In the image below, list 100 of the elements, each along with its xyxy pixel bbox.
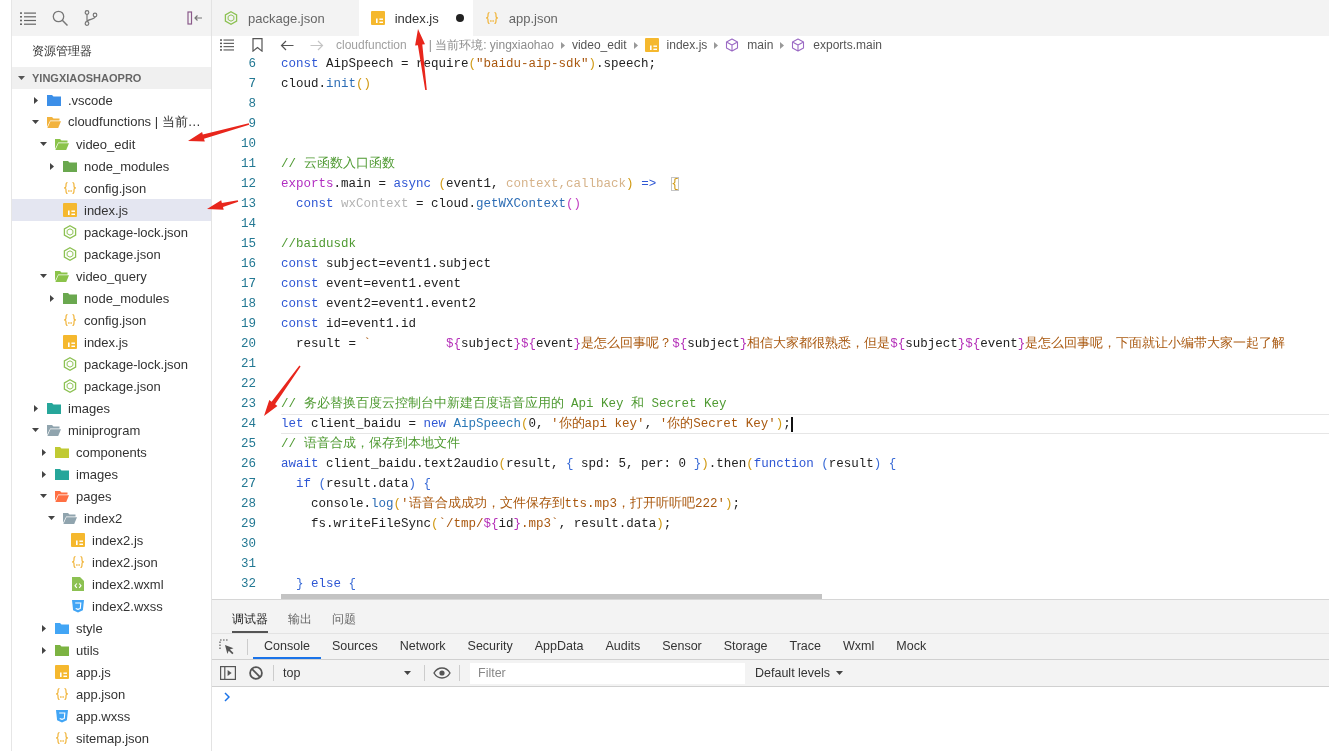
tree-item[interactable]: app.js: [12, 661, 211, 683]
tree-item[interactable]: index2.js: [12, 529, 211, 551]
devtools-tab[interactable]: Wxml: [832, 634, 886, 659]
list-icon[interactable]: [220, 39, 234, 51]
editor-tab[interactable]: index.js: [358, 0, 473, 36]
tree-item[interactable]: app.wxss: [12, 705, 211, 727]
line-number: 29: [241, 516, 256, 533]
tree-item[interactable]: style: [12, 617, 211, 639]
devtools-tab[interactable]: Mock: [885, 634, 938, 659]
back-arrow-icon[interactable]: [280, 39, 294, 51]
devtools-tab[interactable]: Security: [456, 634, 524, 659]
tree-item[interactable]: index2: [12, 507, 211, 529]
code-line: const subject=event1.subject: [281, 256, 492, 273]
hexagon-icon: [63, 379, 77, 393]
devtools-tab[interactable]: Sensor: [651, 634, 713, 659]
filter-field[interactable]: Filter: [470, 662, 745, 684]
levels-dropdown[interactable]: Default levels: [755, 662, 844, 684]
line-number: 23: [241, 396, 256, 413]
js-file-icon: [370, 11, 385, 25]
code-line: exports.main = async (event1, context,callback) => {: [281, 176, 679, 193]
branch-icon[interactable]: [84, 10, 98, 26]
bookmark-icon[interactable]: [251, 38, 263, 52]
tree-item[interactable]: index2.json: [12, 551, 211, 573]
tree-item[interactable]: images: [12, 397, 211, 419]
tree-item[interactable]: components: [12, 441, 211, 463]
devtools-tab[interactable]: Trace: [778, 634, 833, 659]
environment-label: | 当前环境: yingxiaohao: [428, 36, 554, 54]
js-file-icon: [63, 335, 77, 349]
tree-item[interactable]: package-lock.json: [12, 353, 211, 375]
line-number: 18: [241, 296, 256, 313]
tree-item[interactable]: package.json: [12, 243, 211, 265]
tree-item[interactable]: images: [12, 463, 211, 485]
tree-item[interactable]: node_modules: [12, 155, 211, 177]
tree-item[interactable]: index.js: [12, 199, 211, 221]
eye-icon[interactable]: [433, 667, 451, 679]
panel-tab[interactable]: 输出: [288, 607, 312, 633]
tree-item[interactable]: config.json: [12, 309, 211, 331]
devtools-tab[interactable]: Sources: [320, 634, 389, 659]
hexagon-icon: [63, 247, 77, 261]
line-number: 31: [241, 556, 256, 573]
project-header[interactable]: YINGXIAOSHAOPRO: [12, 67, 211, 89]
devtools-tab[interactable]: Storage: [712, 634, 779, 659]
tree-item[interactable]: package-lock.json: [12, 221, 211, 243]
tree-item[interactable]: cloudfunctions | 当前…: [12, 111, 211, 133]
breadcrumb-item[interactable]: index.js: [644, 38, 708, 52]
tree-item[interactable]: node_modules: [12, 287, 211, 309]
shield-icon: [71, 599, 85, 613]
tree-item[interactable]: config.json: [12, 177, 211, 199]
braces-icon: [484, 11, 499, 25]
panel-tab[interactable]: 问题: [332, 607, 356, 633]
tree-item[interactable]: video_query: [12, 265, 211, 287]
line-number: 27: [241, 476, 256, 493]
panel-title: 资源管理器: [31, 43, 93, 60]
code-file-icon: [72, 577, 84, 591]
line-number: 16: [241, 256, 256, 273]
breadcrumb-item[interactable]: main: [725, 38, 774, 52]
clear-icon[interactable]: [249, 666, 263, 680]
list-icon[interactable]: [20, 11, 36, 25]
line-number: 20: [241, 336, 256, 353]
tree-item[interactable]: index2.wxss: [12, 595, 211, 617]
line-number: 9: [248, 116, 256, 133]
shield-icon: [55, 709, 69, 723]
code-line: const wxContext = cloud.getWXContext(): [295, 196, 582, 213]
tree-item[interactable]: pages: [12, 485, 211, 507]
tree-item[interactable]: miniprogram: [12, 419, 211, 441]
cube-icon: [791, 38, 806, 52]
tree-item[interactable]: index.js: [12, 331, 211, 353]
annotation-arrow: [264, 365, 301, 416]
breadcrumb-item[interactable]: exports.main: [791, 38, 882, 52]
tree-item[interactable]: index2.wxml: [12, 573, 211, 595]
line-number: 8: [248, 96, 256, 113]
caret-icon: [836, 671, 844, 675]
tree-item[interactable]: app.json: [12, 683, 211, 705]
line-number: 19: [241, 316, 256, 333]
collapse-icon[interactable]: [187, 11, 203, 25]
context-select[interactable]: top: [279, 662, 419, 684]
line-number: 17: [241, 276, 256, 293]
line-number: 7: [248, 76, 256, 93]
editor-tab[interactable]: app.json: [472, 0, 592, 36]
line-number: 32: [241, 576, 256, 593]
line-number: 30: [241, 536, 256, 553]
sidebar-toggle-icon[interactable]: [220, 666, 236, 680]
tree-item[interactable]: package.json: [12, 375, 211, 397]
code-line: } else {: [295, 576, 357, 593]
devtools-tab[interactable]: Network: [388, 634, 457, 659]
devtools-tab[interactable]: Audits: [594, 634, 652, 659]
tree-item[interactable]: .vscode: [12, 89, 211, 111]
breadcrumb-item[interactable]: video_edit: [571, 38, 627, 52]
line-number: 10: [241, 136, 256, 153]
tree-item[interactable]: utils: [12, 639, 211, 661]
hexagon-icon: [224, 11, 238, 25]
line-number: 26: [241, 456, 256, 473]
inspect-icon[interactable]: [219, 638, 235, 655]
horizontal-scrollbar[interactable]: [281, 594, 822, 599]
braces-icon: [63, 313, 77, 327]
devtools-tab[interactable]: AppData: [523, 634, 595, 659]
tree-item[interactable]: video_edit: [12, 133, 211, 155]
search-icon[interactable]: [52, 10, 68, 26]
editor-tab[interactable]: package.json: [212, 0, 359, 36]
tree-item[interactable]: sitemap.json: [12, 727, 211, 749]
